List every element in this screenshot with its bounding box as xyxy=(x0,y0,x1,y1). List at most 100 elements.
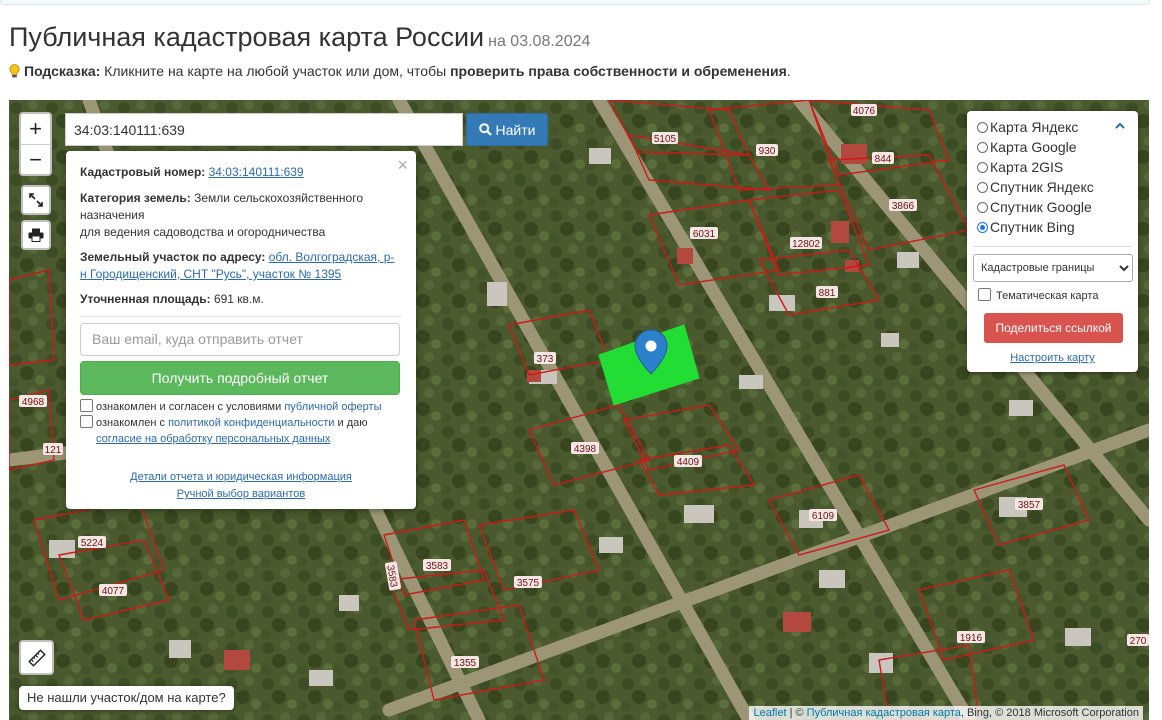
addr-link-1[interactable]: обл. Волгоградская, р- xyxy=(269,250,395,264)
fullscreen-button[interactable] xyxy=(21,185,51,215)
hint-text: Кликните на карте на любой участок или д… xyxy=(100,63,451,79)
cat-value-3: для ведения садоводства и огородничества xyxy=(80,225,326,239)
svg-text:12802: 12802 xyxy=(792,239,820,250)
email-field[interactable]: Ваш email, куда отправить отчет xyxy=(80,323,400,356)
layer-option-selected[interactable]: Спутник Bing xyxy=(977,217,1075,237)
cadastral-map[interactable]: 4076 5105 930 844 3866 6031 12802 881 37… xyxy=(9,100,1149,720)
attrib-rest: , Bing, © 2018 Microsoft Corporation xyxy=(960,707,1139,719)
ruler-button[interactable] xyxy=(19,640,54,675)
parcel-popup: × Кадастровый номер: 34:03:140111:639 Ка… xyxy=(66,151,416,509)
personal-data-link[interactable]: согласие на обработку персональных данны… xyxy=(80,433,330,445)
svg-text:3857: 3857 xyxy=(1018,500,1041,511)
land-category: Категория земель: Земли сельскохозяйстве… xyxy=(80,190,402,241)
get-report-button[interactable]: Получить подробный отчет xyxy=(80,361,400,395)
svg-text:930: 930 xyxy=(759,146,776,157)
privacy-consent: ознакомлен с политикой конфиденциальност… xyxy=(80,415,367,447)
overlay-select[interactable]: Кадастровые границы xyxy=(973,254,1133,282)
svg-text:4968: 4968 xyxy=(22,397,45,408)
zoom-out-button[interactable]: − xyxy=(21,145,50,175)
layer-option[interactable]: Карта 2GIS xyxy=(977,157,1063,177)
layer-option[interactable]: Спутник Google xyxy=(977,197,1092,217)
layer-option[interactable]: Карта Google xyxy=(977,137,1077,157)
parcel-label: 3575 xyxy=(514,576,542,589)
addr-label: Земельный участок по адресу: xyxy=(80,250,266,264)
svg-text:121: 121 xyxy=(45,445,62,456)
radio-button[interactable] xyxy=(977,202,988,213)
layer-label: Карта 2GIS xyxy=(990,159,1064,175)
consent2-mid: и даю xyxy=(334,417,368,429)
parcel-label: 121 xyxy=(43,443,63,456)
thematic-label: Тематическая карта xyxy=(996,290,1099,302)
radio-button[interactable] xyxy=(977,182,988,193)
fullscreen-icon xyxy=(29,193,43,207)
layer-option[interactable]: Карта Яндекс xyxy=(977,117,1078,137)
zoom-control: + − xyxy=(19,112,52,176)
consent1-text: ознакомлен и согласен с условиями xyxy=(96,401,285,413)
leaflet-link[interactable]: Leaflet xyxy=(753,707,786,719)
page-title-text: Публичная кадастровая карта России xyxy=(9,22,485,52)
svg-text:4076: 4076 xyxy=(853,106,876,117)
layer-option[interactable]: Спутник Яндекс xyxy=(977,177,1094,197)
cat-value-1: Земли сельскохозяйственного xyxy=(194,191,364,205)
thematic-map-toggle[interactable]: Тематическая карта xyxy=(978,288,1098,302)
svg-text:6031: 6031 xyxy=(693,229,716,240)
chevron-up-icon[interactable] xyxy=(1115,121,1125,131)
search-icon xyxy=(478,123,492,136)
privacy-policy-link[interactable]: политикой конфиденциальности xyxy=(168,417,334,429)
offer-consent-checkbox[interactable] xyxy=(80,399,93,412)
top-alert-strip xyxy=(0,0,1150,5)
search-button[interactable]: Найти xyxy=(466,113,548,146)
parcel-label: 6109 xyxy=(809,509,837,522)
parcel-label: 12802 xyxy=(790,237,822,250)
public-offer-link[interactable]: публичной оферты xyxy=(284,401,381,413)
ruler-icon xyxy=(27,648,46,667)
print-button[interactable] xyxy=(21,220,51,250)
parcel-label: 3583 xyxy=(423,559,451,572)
svg-text:373: 373 xyxy=(537,354,554,365)
svg-text:6109: 6109 xyxy=(812,511,835,522)
radio-button-selected[interactable] xyxy=(977,222,988,233)
area-label: Уточненная площадь: xyxy=(80,292,211,306)
layer-label: Спутник Bing xyxy=(990,219,1075,235)
parcel-label: 1916 xyxy=(957,631,985,644)
cadastral-number: Кадастровый номер: 34:03:140111:639 xyxy=(80,164,402,181)
cadastral-number-link[interactable]: 34:03:140111:639 xyxy=(209,165,304,179)
radio-button[interactable] xyxy=(977,162,988,173)
hint-end: . xyxy=(786,63,791,79)
popup-divider xyxy=(80,316,402,317)
layer-label: Карта Google xyxy=(990,139,1077,155)
cat-value-2: назначения xyxy=(80,208,145,222)
hint-label: Подсказка: xyxy=(24,63,101,79)
lightbulb-icon xyxy=(9,64,20,78)
search-input[interactable] xyxy=(65,113,463,146)
page-title: Публичная кадастровая карта России на 03.… xyxy=(9,22,590,53)
parcel-label: 270 xyxy=(1127,634,1149,647)
radio-button[interactable] xyxy=(977,122,988,133)
radio-button[interactable] xyxy=(977,142,988,153)
share-link-button[interactable]: Поделиться ссылкой xyxy=(984,313,1123,343)
parcel-label: 4077 xyxy=(99,584,127,597)
configure-map-link[interactable]: Настроить карту xyxy=(967,352,1138,364)
privacy-consent-checkbox[interactable] xyxy=(80,415,93,428)
not-found-button[interactable]: Не нашли участок/дом на карте? xyxy=(19,686,234,710)
layer-label: Карта Яндекс xyxy=(990,119,1079,135)
manual-selection-link[interactable]: Ручной выбор вариантов xyxy=(66,488,416,500)
pkk-link[interactable]: Публичная кадастровая карта xyxy=(807,707,961,719)
parcel-label: 4409 xyxy=(674,455,702,468)
parcel-label: 3866 xyxy=(889,199,917,212)
svg-text:5105: 5105 xyxy=(654,134,677,145)
page-date: на 03.08.2024 xyxy=(488,33,591,50)
thematic-checkbox[interactable] xyxy=(978,288,991,301)
parcel-label: 4968 xyxy=(19,395,47,408)
svg-text:844: 844 xyxy=(875,154,892,165)
zoom-in-button[interactable]: + xyxy=(21,114,50,145)
addr-link-2[interactable]: н Городищенский, СНТ "Русь", участок № 1… xyxy=(80,267,341,281)
print-icon xyxy=(28,228,44,242)
parcel-label: 4076 xyxy=(851,104,877,117)
report-details-link[interactable]: Детали отчета и юридическая информация xyxy=(66,471,416,483)
cad-label: Кадастровый номер: xyxy=(80,165,206,179)
parcel-address: Земельный участок по адресу: обл. Волгог… xyxy=(80,249,402,283)
layer-label: Спутник Яндекс xyxy=(990,179,1094,195)
offer-consent: ознакомлен и согласен с условиями публич… xyxy=(80,399,382,415)
area-value: 691 кв.м. xyxy=(213,292,264,306)
